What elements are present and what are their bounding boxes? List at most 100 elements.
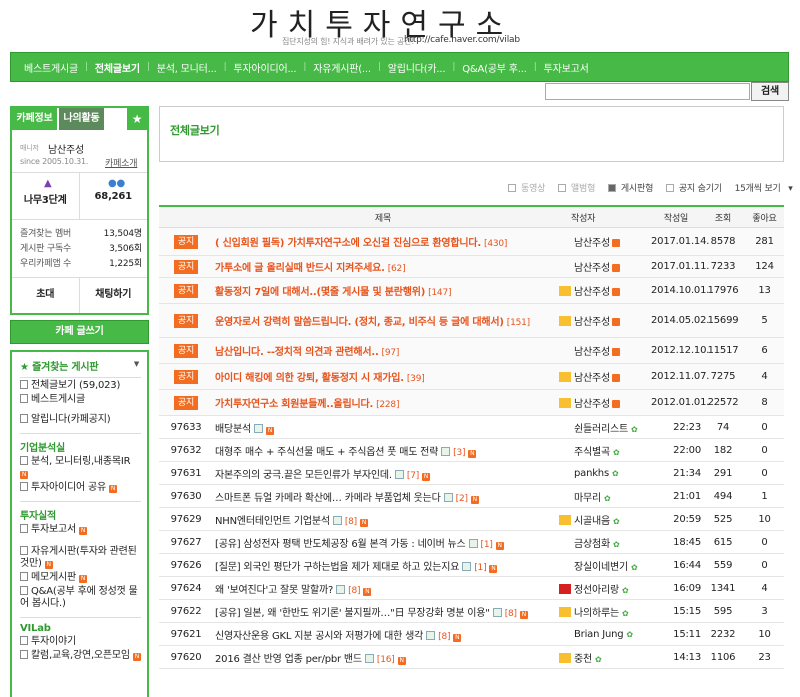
comment-count[interactable]: [97]: [382, 348, 400, 358]
notice-row[interactable]: 공지 운영자로서 강력히 말씀드립니다. (정치, 종교, 비주식 등 글에 대해…: [159, 304, 784, 338]
comment-count[interactable]: [7]: [407, 471, 419, 481]
manager-name[interactable]: 남산주성: [48, 141, 84, 156]
author-name[interactable]: 남산주성: [574, 238, 610, 249]
author-name[interactable]: 시골내음: [574, 516, 610, 527]
board-item[interactable]: 자유게시판(투자와 관련된 것만) N: [20, 546, 141, 570]
comment-count[interactable]: [228]: [376, 400, 399, 410]
menu-reports[interactable]: 투자보고서: [537, 60, 596, 75]
comment-count[interactable]: [62]: [388, 264, 406, 274]
author-name[interactable]: pankhs: [574, 468, 609, 479]
notice-row[interactable]: 공지 활동정지 7일에 대해서..(몇줄 게시물 및 분란행위) [147] 남산주…: [159, 278, 784, 304]
menu-best[interactable]: 베스트게시글: [17, 60, 85, 75]
notice-row[interactable]: 공지 남산입니다. --정치적 의견과 관련해서.. [97] 남산주성 2012.1…: [159, 338, 784, 364]
favorite-boards-header[interactable]: ★ 즐겨찾는 게시판 ▼: [20, 358, 141, 378]
post-row[interactable]: 97629 NHN엔터테인먼트 기업분석 [8] N 시골내음 ✿ 20:59 525 1…: [159, 508, 784, 531]
menu-qna[interactable]: Q&A(공부 후...: [455, 60, 534, 75]
board-item[interactable]: 투자보고서 N: [20, 524, 141, 536]
menu-notices[interactable]: 알립니다(카...: [381, 60, 453, 75]
board-item[interactable]: 전체글보기 (59,023): [20, 380, 141, 392]
post-row[interactable]: 97633 배당분석 N 쉰들러리스트 ✿ 22:23 74 0: [159, 416, 784, 439]
board-item[interactable]: 칼럼,교육,강연,오픈모임 N: [20, 650, 141, 662]
comment-count[interactable]: [8]: [438, 632, 450, 642]
notice-title-link[interactable]: 남산입니다. --정치적 의견과 관련해서..: [215, 347, 379, 358]
comment-count[interactable]: [16]: [377, 655, 395, 665]
comment-count[interactable]: [151]: [507, 318, 530, 328]
cafe-intro-link[interactable]: 카페소개: [105, 156, 138, 169]
hide-notices-checkbox[interactable]: 공지 숨기기: [665, 184, 727, 194]
author-name[interactable]: 남산주성: [574, 347, 610, 358]
post-title-link[interactable]: 배당분석: [215, 424, 251, 435]
tab-cafe-info[interactable]: 카페정보: [12, 108, 57, 130]
member-count[interactable]: 68,261: [80, 173, 148, 219]
write-post-button[interactable]: 카페 글쓰기: [10, 320, 149, 344]
notice-row[interactable]: 공지 아이디 해킹에 의한 강퇴, 활동정지 시 재가입. [39] 남산주성 201…: [159, 364, 784, 390]
star-icon[interactable]: ★: [127, 108, 147, 130]
notice-title-link[interactable]: 가치투자연구소 회원분들께..올립니다.: [215, 399, 373, 410]
notice-title-link[interactable]: 아이디 해킹에 의한 강퇴, 활동정지 시 재가입.: [215, 373, 404, 384]
post-row[interactable]: 97624 왜 '보여진다'고 잘못 말할까? [8] N 정선아리랑 ✿ 16:09…: [159, 577, 784, 600]
tab-my-activity[interactable]: 나의활동: [59, 108, 104, 130]
author-name[interactable]: 남산주성: [574, 317, 610, 328]
notice-row[interactable]: 공지 가치투자연구소 회원분들께..올립니다. [228] 남산주성 2012.01.…: [159, 390, 784, 416]
comment-count[interactable]: [8]: [505, 609, 517, 619]
post-row[interactable]: 97621 신영자산운용 GKL 지분 공시와 저평가에 대한 생각 [8] N B…: [159, 623, 784, 646]
menu-all-posts[interactable]: 전체글보기: [88, 60, 147, 75]
post-title-link[interactable]: NHN엔터테인먼트 기업분석: [215, 516, 330, 527]
notice-row[interactable]: 공지 ( 신입회원 필독) 가치투자연구소에 오신걸 진심으로 환영합니다. [4…: [159, 228, 784, 256]
author-name[interactable]: 마무리: [574, 493, 601, 504]
post-title-link[interactable]: 신영자산운용 GKL 지분 공시와 저평가에 대한 생각: [215, 631, 423, 642]
post-row[interactable]: 97622 [공유] 일본, 왜 '한반도 위기론' 불지필까…"日 무장강화 명…: [159, 600, 784, 623]
author-name[interactable]: 쉰들러리스트: [574, 424, 628, 435]
view-video[interactable]: 동영상: [508, 184, 550, 194]
menu-ideas[interactable]: 투자아이디어...: [226, 60, 303, 75]
board-item[interactable]: 투자이야기: [20, 636, 141, 648]
post-title-link[interactable]: [공유] 일본, 왜 '한반도 위기론' 불지필까…"日 무장강화 명분 이용": [215, 608, 490, 619]
post-title-link[interactable]: 2016 결산 반영 업종 per/pbr 밴드: [215, 654, 362, 665]
board-item[interactable]: Q&A(공부 후에 정성껏 물어 봅시다.): [20, 586, 141, 610]
comment-count[interactable]: [8]: [348, 586, 360, 596]
comment-count[interactable]: [8]: [345, 517, 357, 527]
chat-button[interactable]: 채팅하기: [80, 278, 148, 313]
post-title-link[interactable]: [질문] 외국인 평단가 구하는법을 제가 제대로 하고 있는지요: [215, 562, 459, 573]
author-name[interactable]: 주식별곡: [574, 447, 610, 458]
post-row[interactable]: 97630 스마트폰 듀얼 카메라 확산에… 카메라 부품업체 웃는다 [2] N…: [159, 485, 784, 508]
board-item[interactable]: 베스트게시글: [20, 394, 141, 406]
page-size-select[interactable]: 15개씩 보기 ▾: [735, 184, 793, 194]
board-item[interactable]: 알립니다(카페공지): [20, 414, 141, 426]
author-name[interactable]: 나의하루는: [574, 608, 619, 619]
author-name[interactable]: 남산주성: [574, 263, 610, 274]
author-name[interactable]: 남산주성: [574, 399, 610, 410]
author-name[interactable]: Brian Jung: [574, 629, 624, 640]
author-name[interactable]: 남산주성: [574, 373, 610, 384]
author-name[interactable]: 정선아리랑: [574, 585, 619, 596]
view-album[interactable]: 앨범형: [557, 184, 600, 194]
post-title-link[interactable]: [공유] 삼성전자 평택 반도체공장 6월 본격 가동 : 네이버 뉴스: [215, 539, 466, 550]
board-item[interactable]: 투자아이디어 공유 N: [20, 482, 141, 494]
post-row[interactable]: 97626 [질문] 외국인 평단가 구하는법을 제가 제대로 하고 있는지요 […: [159, 554, 784, 577]
notice-title-link[interactable]: ( 신입회원 필독) 가치투자연구소에 오신걸 진심으로 환영합니다.: [215, 238, 481, 249]
post-title-link[interactable]: 자본주의의 궁극.끝은 모든인류가 부자인데.: [215, 470, 392, 481]
search-button[interactable]: 검색: [751, 82, 789, 101]
author-name[interactable]: 장실이네변기: [574, 562, 628, 573]
post-row[interactable]: 97631 자본주의의 궁극.끝은 모든인류가 부자인데. [7] Npankhs…: [159, 462, 784, 485]
search-input[interactable]: [545, 83, 750, 100]
comment-count[interactable]: [1]: [474, 563, 486, 573]
triangle-down-icon[interactable]: ▼: [134, 360, 139, 368]
comment-count[interactable]: [3]: [453, 448, 465, 458]
comment-count[interactable]: [39]: [407, 374, 425, 384]
post-title-link[interactable]: 왜 '보여진다'고 잘못 말할까?: [215, 585, 333, 596]
author-name[interactable]: 금상첨화: [574, 539, 610, 550]
board-item[interactable]: 분석, 모니터링,내종목IR N: [20, 456, 141, 480]
notice-title-link[interactable]: 운영자로서 강력히 말씀드립니다. (정치, 종교, 비주식 등 글에 대해서): [215, 317, 504, 328]
author-name[interactable]: 남산주성: [574, 287, 610, 298]
post-row[interactable]: 97620 2016 결산 반영 업종 per/pbr 밴드 [16] N 중천 ✿…: [159, 646, 784, 669]
notice-row[interactable]: 공지 가투소에 글 올리실때 반드시 지켜주세요. [62] 남산주성 2017.01…: [159, 256, 784, 278]
comment-count[interactable]: [1]: [481, 540, 493, 550]
post-title-link[interactable]: 스마트폰 듀얼 카메라 확산에… 카메라 부품업체 웃는다: [215, 493, 441, 504]
author-name[interactable]: 중천: [574, 654, 592, 665]
comment-count[interactable]: [2]: [456, 494, 468, 504]
post-title-link[interactable]: 대형주 매수 + 주식선물 매도 + 주식옵션 풋 매도 전략: [215, 447, 438, 458]
cafe-url[interactable]: http://cafe.naver.com/vilab: [404, 35, 520, 45]
notice-title-link[interactable]: 활동정지 7일에 대해서..(몇줄 게시물 및 분란행위): [215, 287, 425, 298]
menu-analysis[interactable]: 분석, 모니터...: [150, 60, 224, 75]
